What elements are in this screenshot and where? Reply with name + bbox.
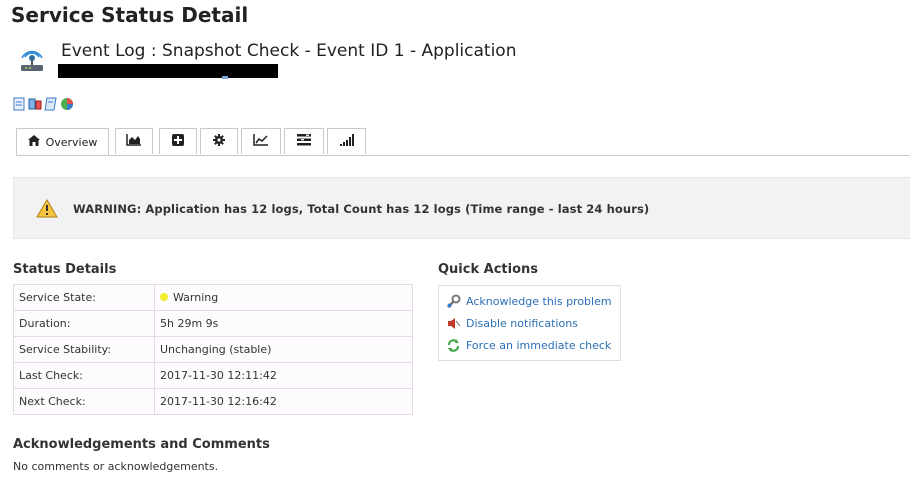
acknowledgements-text: No comments or acknowledgements.	[13, 460, 219, 473]
quick-actions-heading: Quick Actions	[438, 262, 539, 277]
row-label: Service Stability:	[13, 336, 155, 363]
tab-overview-label: Overview	[45, 135, 98, 149]
page-title: Service Status Detail	[11, 3, 249, 27]
refresh-icon	[448, 339, 459, 352]
quick-actions-panel: Acknowledge this problem Disable notific…	[438, 285, 621, 361]
acknowledge-problem-link[interactable]: Acknowledge this problem	[446, 294, 612, 309]
plus-box-icon	[172, 134, 184, 149]
tab-graph[interactable]	[115, 128, 153, 154]
table-row: Next Check: 2017-11-30 12:16:42	[13, 388, 413, 415]
signal-bars-icon	[339, 134, 354, 149]
acknowledge-label: Acknowledge this problem	[466, 295, 612, 308]
pie-chart-icon[interactable]	[60, 96, 74, 110]
redaction-artifact	[222, 76, 228, 79]
warning-triangle-icon	[36, 199, 58, 222]
area-chart-icon	[126, 134, 142, 149]
alert-text: WARNING: Application has 12 logs, Total …	[73, 202, 650, 216]
list-icon	[297, 134, 311, 149]
service-name: Event Log : Snapshot Check - Event ID 1 …	[61, 41, 517, 61]
row-value: 2017-11-30 12:11:42	[154, 362, 413, 389]
table-row: Service State: Warning	[13, 284, 413, 311]
status-alert: WARNING: Application has 12 logs, Total …	[13, 177, 910, 239]
row-value: 5h 29m 9s	[154, 310, 413, 337]
tab-bar: Overview	[16, 128, 910, 156]
redacted-host-bar	[58, 64, 278, 78]
table-row: Service Stability: Unchanging (stable)	[13, 336, 413, 363]
table-row: Last Check: 2017-11-30 12:11:42	[13, 362, 413, 389]
tab-overview[interactable]: Overview	[16, 128, 109, 155]
gear-icon	[213, 134, 225, 149]
speaker-mute-icon	[448, 318, 461, 329]
home-icon	[27, 135, 40, 149]
disable-notifications-link[interactable]: Disable notifications	[446, 316, 578, 331]
tab-add[interactable]	[159, 128, 197, 154]
row-value: Warning	[154, 284, 413, 311]
tab-settings[interactable]	[200, 128, 238, 154]
row-value: Unchanging (stable)	[154, 336, 413, 363]
status-details-heading: Status Details	[13, 262, 117, 277]
report-icon[interactable]	[44, 96, 58, 111]
row-label: Service State:	[13, 284, 155, 311]
document-icon[interactable]	[12, 96, 26, 111]
toolbar-icons	[12, 96, 74, 111]
row-label: Duration:	[13, 310, 155, 337]
line-chart-icon	[253, 134, 269, 149]
tab-signal[interactable]	[327, 128, 366, 154]
status-details-table: Service State: Warning Duration: 5h 29m …	[13, 284, 413, 415]
row-value: 2017-11-30 12:16:42	[154, 388, 413, 415]
force-check-link[interactable]: Force an immediate check	[446, 338, 611, 353]
row-label: Next Check:	[13, 388, 155, 415]
row-label: Last Check:	[13, 362, 155, 389]
force-check-label: Force an immediate check	[466, 339, 612, 352]
service-state-value: Warning	[173, 291, 219, 304]
wrench-icon	[447, 294, 461, 308]
tab-list[interactable]	[284, 128, 324, 154]
table-row: Duration: 5h 29m 9s	[13, 310, 413, 337]
acknowledgements-heading: Acknowledgements and Comments	[13, 437, 270, 452]
status-dot-icon	[160, 293, 168, 301]
service-broadcast-icon	[18, 44, 46, 74]
devices-icon[interactable]	[28, 96, 42, 110]
disable-notifications-label: Disable notifications	[466, 317, 578, 330]
tab-trends[interactable]	[241, 128, 281, 154]
